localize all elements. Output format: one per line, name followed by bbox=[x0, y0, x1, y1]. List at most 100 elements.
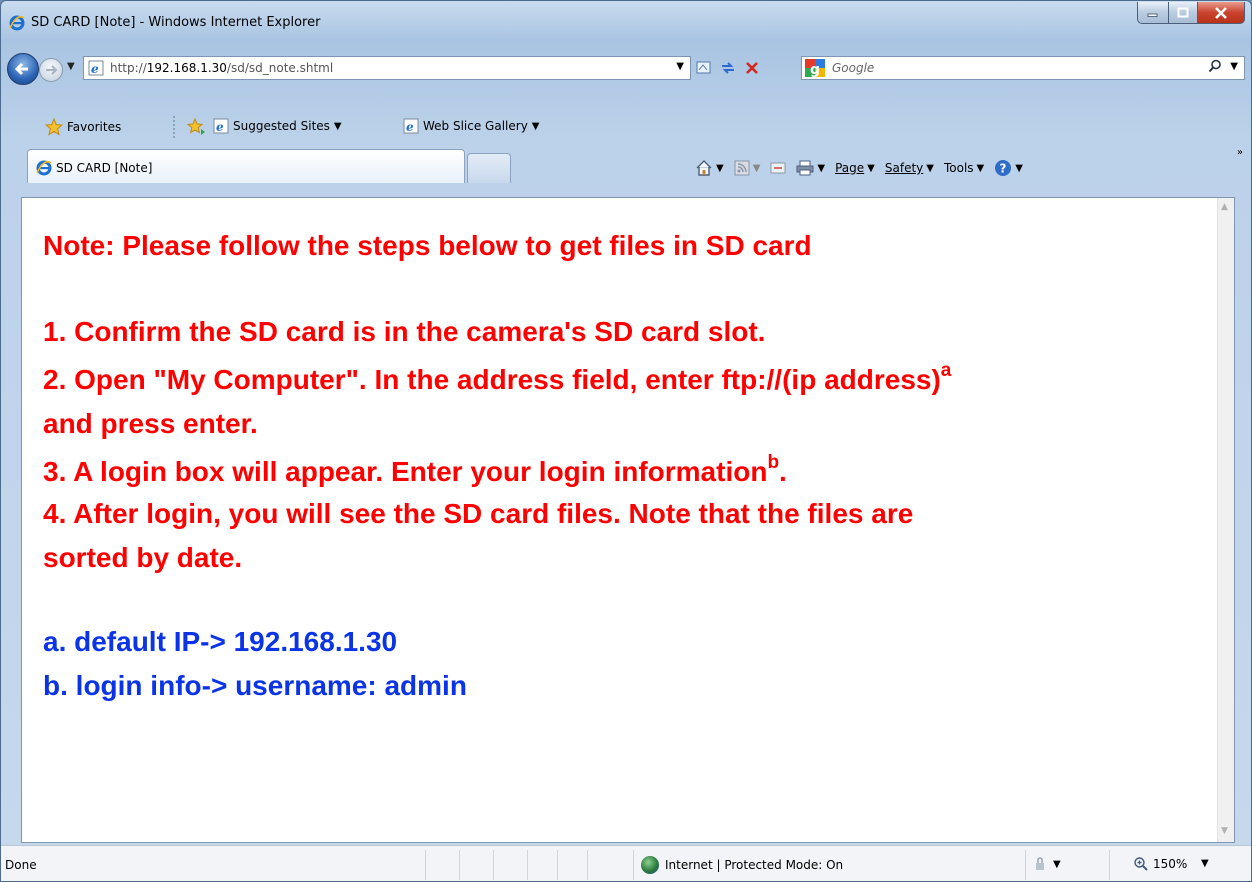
status-divider bbox=[425, 850, 426, 880]
forward-button[interactable] bbox=[39, 58, 63, 82]
page-menu-label: Page bbox=[835, 161, 865, 175]
chevron-down-icon: ▼ bbox=[716, 162, 724, 174]
minimize-icon bbox=[1147, 13, 1158, 17]
chevron-down-icon: ▼ bbox=[1053, 858, 1061, 870]
back-button[interactable] bbox=[7, 53, 39, 85]
footnote-a: a. default IP-> 192.168.1.30 bbox=[43, 626, 398, 657]
navigation-bar: ▼ e http://192.168.1.30/sd/sd_note.shtml… bbox=[1, 53, 1251, 85]
step-2-continued: and press enter. bbox=[43, 408, 258, 439]
address-url: http://192.168.1.30/sd/sd_note.shtml bbox=[110, 61, 334, 75]
status-divider bbox=[493, 850, 494, 880]
step-2: 2. Open "My Computer". In the address fi… bbox=[43, 360, 952, 395]
printer-icon bbox=[796, 160, 814, 176]
print-button[interactable]: ▼ bbox=[796, 160, 825, 176]
page-icon: e bbox=[88, 60, 104, 76]
chevron-down-icon: ▼ bbox=[333, 120, 342, 132]
protected-mode-settings-button[interactable]: ▼ bbox=[1033, 856, 1061, 872]
scroll-down-icon[interactable]: ▼ bbox=[1221, 826, 1228, 836]
refresh-button[interactable] bbox=[717, 56, 739, 80]
help-icon: ? bbox=[995, 160, 1012, 176]
status-divider bbox=[459, 850, 460, 880]
search-field[interactable]: g Google ▼ bbox=[801, 56, 1245, 80]
zoom-level-button[interactable]: 150% bbox=[1133, 856, 1187, 872]
safety-menu-button[interactable]: Safety ▼ bbox=[885, 161, 934, 175]
status-bar: Done Internet | Protected Mode: On ▼ 150… bbox=[1, 845, 1251, 881]
feeds-button[interactable]: ▼ bbox=[734, 160, 761, 176]
stop-button[interactable] bbox=[741, 56, 763, 80]
favorites-button[interactable]: Favorites bbox=[45, 118, 121, 136]
zoom-dropdown-icon[interactable]: ▼ bbox=[1201, 858, 1209, 869]
tab-bar: SD CARD [Note] ▼ ▼ ▼ Page ▼ Safety ▼ Too… bbox=[1, 147, 1251, 187]
tools-menu-button[interactable]: Tools ▼ bbox=[944, 161, 984, 175]
search-provider-logo-icon: g bbox=[805, 59, 825, 77]
status-divider bbox=[1025, 850, 1026, 880]
maximize-button[interactable] bbox=[1169, 2, 1198, 24]
minimize-button[interactable] bbox=[1137, 2, 1169, 24]
refresh-icon bbox=[722, 62, 734, 74]
safety-menu-label: Safety bbox=[884, 161, 924, 175]
favorites-separator bbox=[173, 116, 177, 138]
chevron-down-icon: ▼ bbox=[926, 162, 934, 174]
new-tab-button[interactable] bbox=[467, 153, 511, 183]
tab-label: SD CARD [Note] bbox=[56, 161, 153, 175]
web-slice-gallery-label: Web Slice Gallery bbox=[423, 119, 528, 133]
svg-text:?: ? bbox=[1000, 162, 1007, 176]
close-icon bbox=[1215, 6, 1227, 19]
suggested-sites-label: Suggested Sites bbox=[233, 119, 330, 133]
favorites-bar: Favorites e Suggested Sites ▼ e Web Slic… bbox=[1, 112, 1251, 140]
home-icon bbox=[696, 160, 712, 176]
search-icon[interactable] bbox=[1208, 59, 1222, 77]
vertical-scrollbar[interactable]: ▲ ▼ bbox=[1217, 198, 1234, 842]
search-options-dropdown-icon[interactable]: ▼ bbox=[1230, 61, 1238, 72]
status-divider bbox=[527, 850, 528, 880]
address-field[interactable]: e http://192.168.1.30/sd/sd_note.shtml ▼ bbox=[83, 56, 691, 80]
chevron-down-icon: ▼ bbox=[817, 162, 826, 174]
title-bar[interactable]: SD CARD [Note] - Windows Internet Explor… bbox=[1, 1, 1251, 41]
tab-sd-card-note[interactable]: SD CARD [Note] bbox=[27, 149, 465, 183]
help-button[interactable]: ? ▼ bbox=[994, 159, 1023, 177]
home-button[interactable]: ▼ bbox=[695, 159, 724, 177]
favorites-star-icon bbox=[45, 118, 63, 136]
address-dropdown-icon[interactable]: ▼ bbox=[676, 61, 684, 72]
security-zone[interactable]: Internet | Protected Mode: On bbox=[641, 856, 843, 874]
status-divider bbox=[633, 850, 634, 880]
close-window-button[interactable] bbox=[1198, 2, 1245, 24]
web-slice-gallery-button[interactable]: e Web Slice Gallery ▼ bbox=[403, 118, 540, 134]
chevron-down-icon: ▼ bbox=[1015, 162, 1023, 174]
status-divider bbox=[1109, 850, 1110, 880]
suggested-sites-button[interactable]: e Suggested Sites ▼ bbox=[213, 118, 342, 134]
chevron-down-icon: ▼ bbox=[752, 162, 761, 174]
tools-menu-label: Tools bbox=[943, 161, 974, 175]
recent-pages-dropdown-icon[interactable]: ▼ bbox=[67, 61, 75, 72]
chevron-down-icon: ▼ bbox=[531, 120, 540, 132]
chevron-down-icon: ▼ bbox=[976, 162, 985, 174]
ie-page-icon: e bbox=[213, 118, 229, 134]
status-divider bbox=[557, 850, 558, 880]
svg-text:e: e bbox=[406, 120, 414, 134]
add-favorite-star-icon bbox=[187, 118, 205, 135]
zone-text: Internet | Protected Mode: On bbox=[665, 858, 844, 872]
footnote-b: b. login info-> username: admin bbox=[43, 670, 467, 701]
maximize-icon bbox=[1177, 7, 1189, 17]
read-mail-button[interactable] bbox=[770, 161, 786, 175]
footnote-marker-a: a bbox=[940, 360, 952, 381]
internet-globe-icon bbox=[641, 856, 659, 874]
scroll-up-icon[interactable]: ▲ bbox=[1221, 202, 1228, 212]
forward-arrow-icon bbox=[46, 65, 58, 75]
ie-logo-icon bbox=[36, 160, 52, 176]
svg-text:e: e bbox=[91, 62, 99, 76]
footnote-marker-b: b bbox=[767, 452, 780, 473]
status-divider bbox=[587, 850, 588, 880]
command-bar: ▼ ▼ ▼ Page ▼ Safety ▼ Tools ▼ ? ▼ bbox=[695, 157, 1023, 179]
step-4-continued: sorted by date. bbox=[43, 542, 243, 573]
compatibility-view-button[interactable] bbox=[693, 56, 715, 80]
browser-window: SD CARD [Note] - Windows Internet Explor… bbox=[0, 0, 1252, 882]
add-to-favorites-bar-button[interactable] bbox=[187, 118, 207, 136]
more-commands-chevron-icon[interactable]: » bbox=[1237, 147, 1243, 158]
step-3: 3. A login box will appear. Enter your l… bbox=[43, 452, 787, 487]
page-menu-button[interactable]: Page ▼ bbox=[835, 161, 875, 175]
step-1: 1. Confirm the SD card is in the camera'… bbox=[43, 316, 766, 347]
search-placeholder: Google bbox=[832, 61, 875, 75]
zoom-level-text: 150% bbox=[1153, 857, 1188, 871]
stop-icon bbox=[746, 62, 758, 74]
